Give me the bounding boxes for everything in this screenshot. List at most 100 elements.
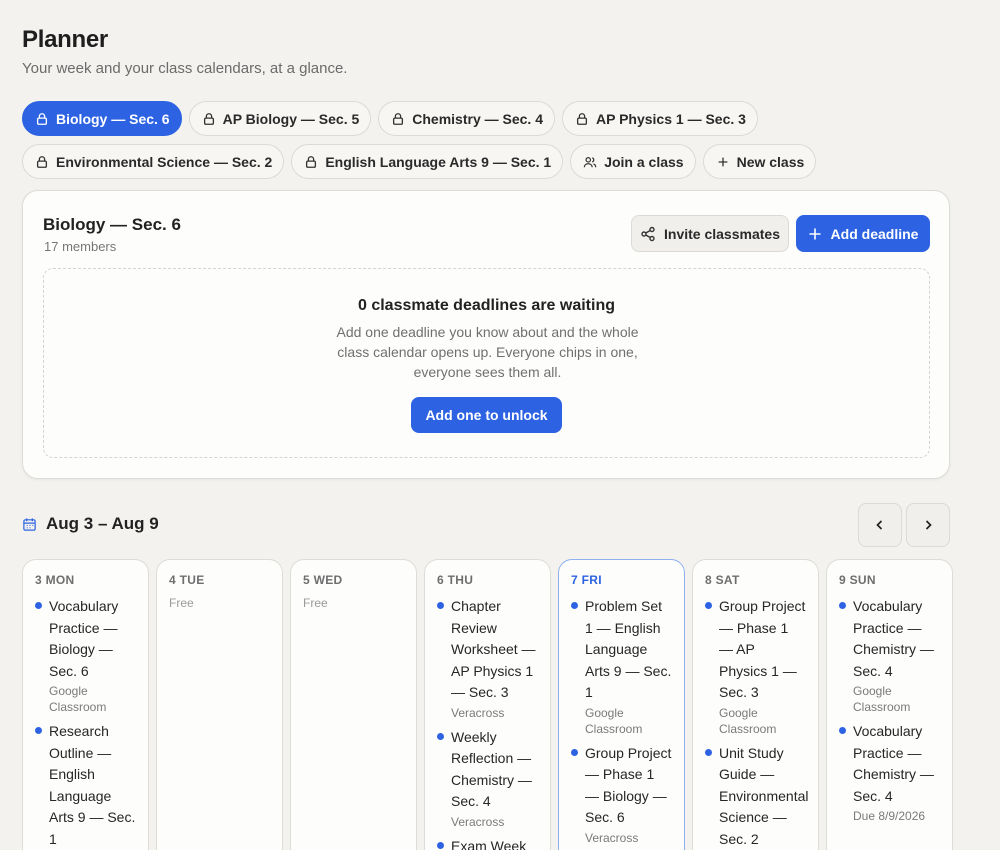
day-label: 3 MON (35, 573, 75, 587)
deadline-dot (35, 602, 42, 609)
next-week-button[interactable] (906, 503, 950, 547)
class-chip-label: Biology — Sec. 6 (56, 110, 170, 127)
add-one-to-unlock-button[interactable]: Add one to unlock (411, 397, 562, 433)
join-class-label: Join a class (604, 153, 684, 170)
class-chip-chemistry-sec-4[interactable]: Chemistry — Sec. 4 (378, 101, 555, 136)
locked-notice-body: Add one deadline you know about and the … (336, 324, 639, 380)
week-range: Aug 3 – Aug 9 (46, 514, 159, 533)
calendar-icon (23, 517, 36, 531)
lock-icon (36, 112, 48, 125)
deadline-item[interactable]: Vocabulary Practice — Chemistry — Sec. 4… (839, 596, 940, 715)
free-label: Free (303, 596, 328, 610)
lock-icon (203, 112, 214, 125)
day-column: 4 TUE Free (156, 559, 283, 850)
previous-week-button[interactable] (858, 503, 902, 547)
users-icon (583, 156, 597, 167)
new-class-label: New class (736, 153, 805, 170)
class-chip-label: AP Physics 1 — Sec. 3 (596, 110, 746, 127)
day-label: 9 SUN (839, 573, 876, 587)
deadline-title: Research Outline — English Language Arts… (49, 723, 136, 847)
locked-notice-title: 0 classmate deadlines are waiting (357, 297, 615, 314)
page-subtitle: Your week and your class calendars, at a… (22, 60, 348, 77)
deadline-source: Veracross (451, 814, 505, 829)
deadline-title: Group Project — Phase 1 — Biology — Sec.… (585, 744, 672, 826)
class-chip-label: Environmental Science — Sec. 2 (56, 153, 273, 170)
deadline-title: Vocabulary Practice — Chemistry — Sec. 4 (853, 598, 934, 679)
deadline-dot (705, 748, 712, 756)
deadline-title: Vocabulary Practice — Biology — Sec. 6 (49, 598, 119, 679)
member-count: 17 members (44, 239, 117, 254)
class-chip-label: AP Biology — Sec. 5 (222, 110, 360, 127)
class-chip-ap-biology-sec-5[interactable]: AP Biology — Sec. 5 (188, 101, 372, 136)
deadline-item[interactable]: Exam Week (437, 836, 538, 850)
deadline-source: Google Classroom (585, 705, 643, 736)
deadline-item[interactable]: Problem Set 1 — English Language Arts 9 … (571, 596, 672, 737)
add-deadline-button[interactable]: Add deadline (796, 215, 930, 252)
deadline-dot (571, 602, 578, 609)
deadline-title: Exam Week (451, 837, 527, 850)
day-column: 9 SUN Vocabulary Practice — Chemistry — S… (826, 559, 953, 850)
deadline-item[interactable]: Unit Study Guide — Environmental Science… (705, 743, 809, 850)
deadline-title: Vocabulary Practice — Chemistry — Sec. 4 (853, 723, 934, 804)
deadline-dot (839, 602, 846, 609)
deadline-dot (571, 748, 578, 756)
deadline-item[interactable]: Weekly Reflection — Chemistry — Sec. 4 Ve… (437, 727, 538, 830)
page-title: Planner (22, 26, 108, 53)
deadline-source: Veracross (451, 705, 505, 720)
plus-icon (718, 157, 727, 166)
free-label: Free (169, 596, 194, 610)
deadline-item[interactable]: Group Project — Phase 1 — Biology — Sec.… (571, 743, 672, 846)
invite-classmates-label: Invite classmates (664, 225, 780, 242)
class-chip-label: Chemistry — Sec. 4 (412, 110, 543, 127)
class-chip-label: English Language Arts 9 — Sec. 1 (325, 153, 552, 170)
class-chip-bar: Biology — Sec. 6 AP Biology — Sec. 5 Che… (22, 101, 962, 179)
deadline-item[interactable]: Research Outline — English Language Arts… (35, 721, 136, 850)
deadline-title: Group Project — Phase 1 — AP Physics 1 —… (719, 598, 806, 700)
class-chip-environmental-science-sec-2[interactable]: Environmental Science — Sec. 2 (22, 144, 285, 179)
deadline-dot (437, 602, 444, 609)
day-label: 6 THU (437, 573, 474, 587)
day-column: 5 WED Free (290, 559, 417, 850)
week-header: Aug 3 – Aug 9 (22, 514, 159, 534)
invite-classmates-button[interactable]: Invite classmates (631, 215, 789, 252)
day-label: 8 SAT (705, 573, 740, 587)
deadline-source: Google Classroom (853, 684, 911, 714)
chevron-left-icon (876, 520, 883, 530)
deadline-dot (437, 841, 444, 849)
deadline-dot (35, 727, 42, 734)
class-chip-english-language-arts-9-sec-1[interactable]: English Language Arts 9 — Sec. 1 (291, 144, 564, 179)
deadline-dot (437, 732, 444, 740)
deadline-title: Weekly Reflection — Chemistry — Sec. 4 (451, 728, 532, 810)
lock-icon (576, 112, 588, 125)
day-label: 4 TUE (169, 573, 205, 587)
class-chip-biology-sec-6[interactable]: Biology — Sec. 6 (22, 101, 182, 136)
deadline-source: Google Classroom (49, 684, 107, 714)
deadline-source: Veracross (585, 830, 639, 845)
plus-icon (809, 228, 821, 239)
deadline-dot (705, 602, 712, 609)
lock-icon (393, 112, 404, 125)
share-icon (641, 226, 655, 241)
deadline-item[interactable]: Vocabulary Practice — Chemistry — Sec. 4… (839, 721, 940, 824)
deadline-source: Google Classroom (719, 705, 777, 736)
class-chip-ap-physics-1-sec-3[interactable]: AP Physics 1 — Sec. 3 (562, 101, 758, 136)
day-column: 3 MON Vocabulary Practice — Biology — Sec… (22, 559, 149, 850)
deadline-item[interactable]: Vocabulary Practice — Biology — Sec. 6 Go… (35, 596, 136, 715)
chevron-right-icon (925, 520, 932, 530)
day-label: 7 FRI (571, 573, 602, 587)
day-label: 5 WED (303, 573, 343, 587)
locked-calendar-notice: 0 classmate deadlines are waiting Add on… (43, 268, 930, 458)
deadline-dot (839, 727, 846, 734)
deadline-title: Problem Set 1 — English Language Arts 9 … (585, 598, 672, 700)
deadline-item[interactable]: Chapter Review Worksheet — AP Physics 1 … (437, 596, 538, 721)
day-column: 6 THU Chapter Review Worksheet — AP Physi… (424, 559, 551, 850)
day-column: 7 FRI Problem Set 1 — English Language Ar… (558, 559, 685, 850)
class-card-title: Biology — Sec. 6 (43, 215, 181, 234)
day-column: 8 SAT Group Project — Phase 1 — AP Physic… (692, 559, 819, 850)
lock-icon (36, 155, 48, 168)
deadline-item[interactable]: Group Project — Phase 1 — AP Physics 1 —… (705, 596, 806, 737)
join-class-button[interactable]: Join a class (570, 144, 696, 179)
class-card: Biology — Sec. 6 17 members Invite class… (22, 190, 950, 479)
new-class-button[interactable]: New class (702, 144, 817, 179)
add-deadline-label: Add deadline (830, 225, 919, 242)
